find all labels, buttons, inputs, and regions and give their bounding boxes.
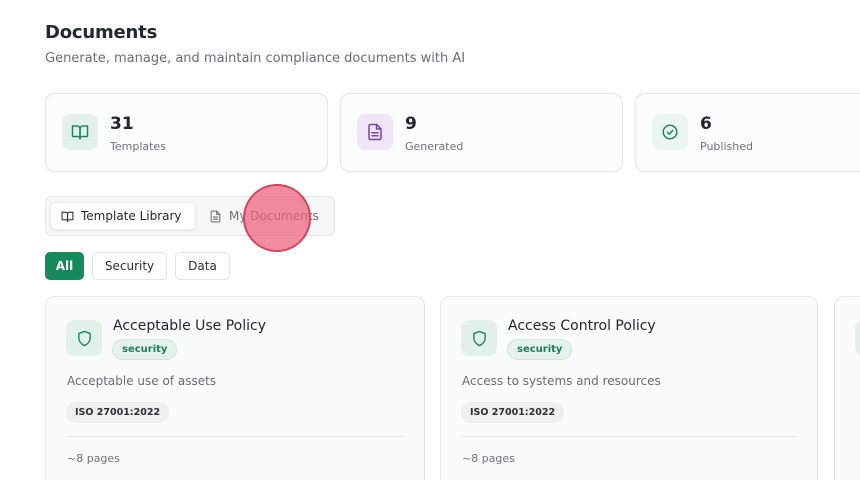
shield-icon <box>66 320 102 356</box>
template-description: Acceptable use of assets <box>67 374 217 388</box>
stat-card-published: 6 Published <box>635 93 860 172</box>
category-badge: security <box>112 339 178 360</box>
stat-value: 31 <box>110 114 134 134</box>
card-divider <box>461 436 797 437</box>
standard-badge: ISO 27001:2022 <box>66 402 170 423</box>
card-divider <box>66 436 404 437</box>
template-description: Access to systems and resources <box>462 374 661 388</box>
stat-label: Templates <box>110 140 166 153</box>
stat-card-templates: 31 Templates <box>45 93 328 172</box>
documents-page: Documents Generate, manage, and maintain… <box>0 0 860 480</box>
view-tabs: Template Library My Documents <box>45 196 335 236</box>
category-badge: security <box>507 339 573 360</box>
book-open-icon <box>62 114 98 150</box>
check-circle-icon <box>652 114 688 150</box>
page-subtitle: Generate, manage, and maintain complianc… <box>45 51 466 66</box>
page-estimate: ~8 pages <box>67 452 120 465</box>
stat-value: 9 <box>405 114 417 134</box>
tab-template-library[interactable]: Template Library <box>50 202 196 230</box>
page-estimate: ~8 pages <box>462 452 515 465</box>
template-title: Acceptable Use Policy <box>113 318 267 334</box>
file-text-icon <box>357 114 393 150</box>
filter-all[interactable]: All <box>45 252 84 280</box>
template-card[interactable]: Acceptable Use Policy security Acceptabl… <box>45 296 425 480</box>
tab-my-documents[interactable]: My Documents <box>199 202 331 230</box>
page-title: Documents <box>45 22 158 43</box>
file-icon <box>210 210 221 222</box>
template-card[interactable] <box>834 296 860 480</box>
tab-label: My Documents <box>229 209 319 223</box>
stat-label: Generated <box>405 140 464 153</box>
filter-security[interactable]: Security <box>92 252 167 280</box>
filter-data[interactable]: Data <box>175 252 230 280</box>
shield-icon <box>855 320 860 356</box>
stat-label: Published <box>700 140 753 153</box>
book-open-icon <box>61 211 74 222</box>
tab-label: Template Library <box>81 209 182 223</box>
shield-icon <box>461 320 497 356</box>
stat-value: 6 <box>700 114 712 134</box>
standard-badge: ISO 27001:2022 <box>461 402 565 423</box>
stat-card-generated: 9 Generated <box>340 93 623 172</box>
template-card[interactable]: Access Control Policy security Access to… <box>440 296 818 480</box>
template-title: Access Control Policy <box>508 318 656 334</box>
